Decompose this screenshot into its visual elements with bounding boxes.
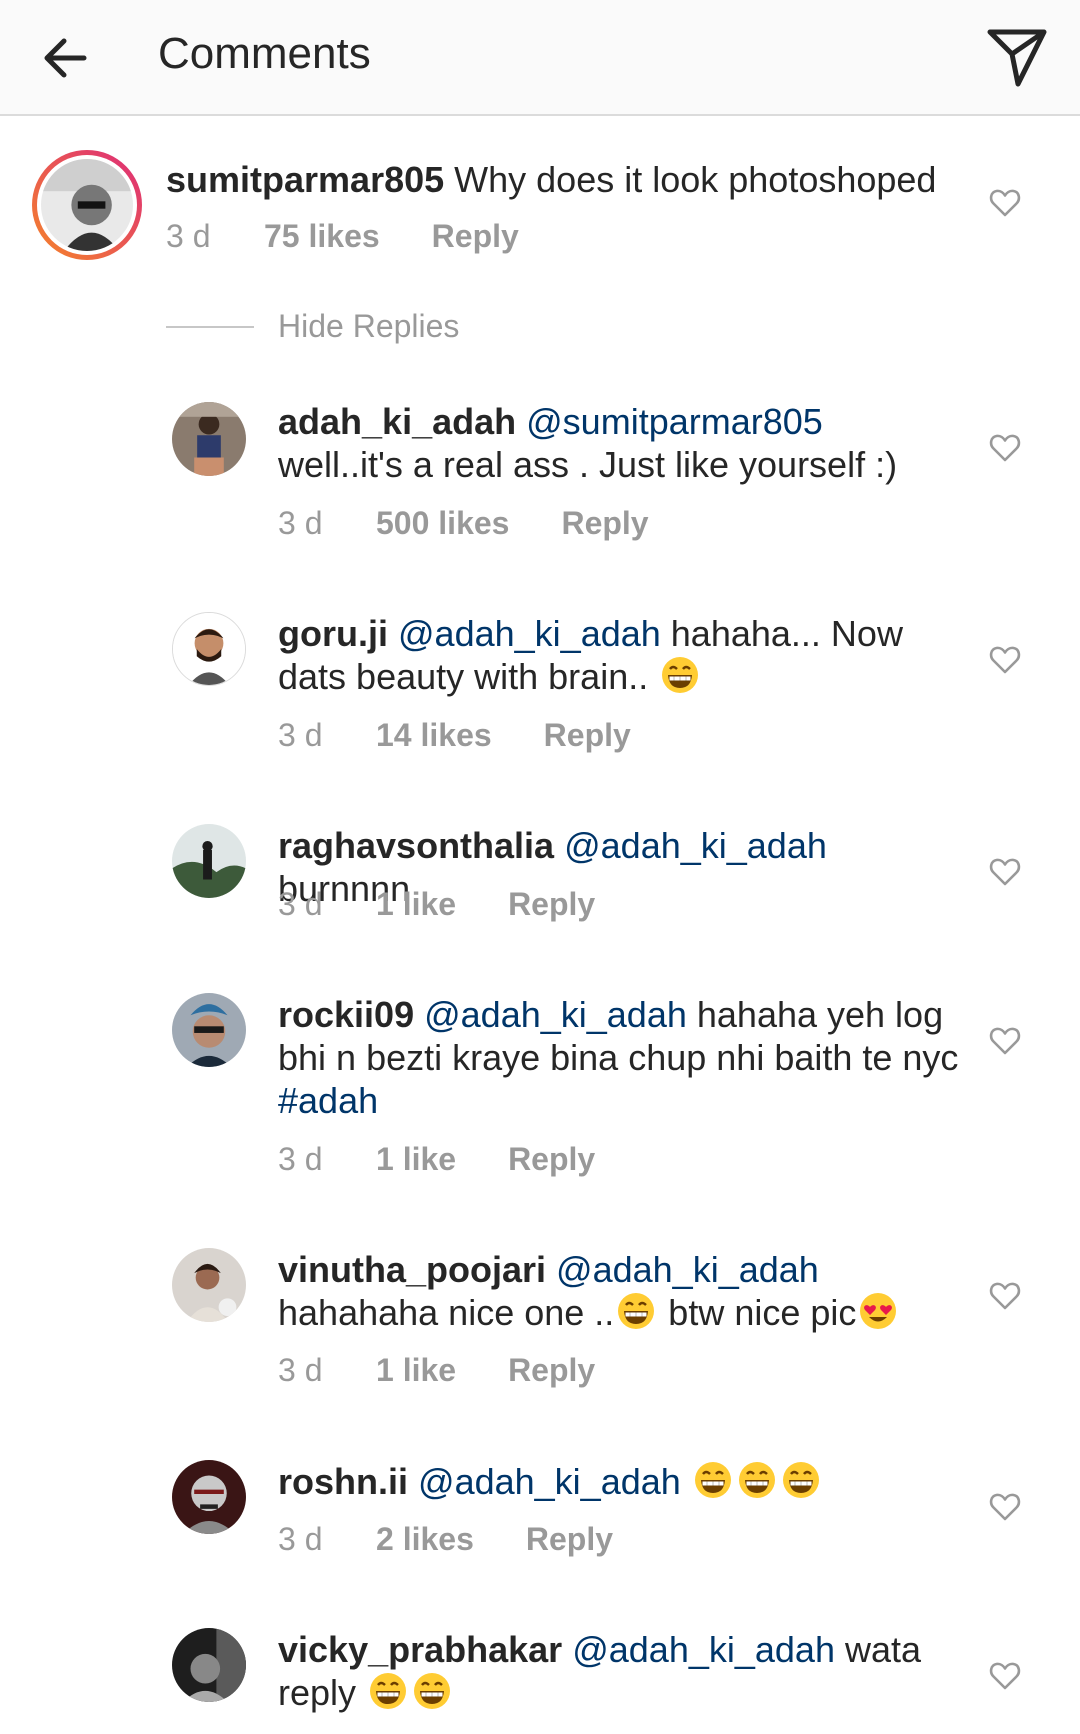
- like-button[interactable]: [987, 853, 1023, 889]
- reply-username[interactable]: adah_ki_adah: [278, 401, 516, 442]
- like-button[interactable]: [987, 1657, 1023, 1693]
- grinning-squinting-face-icon: [658, 655, 702, 695]
- avatar[interactable]: [172, 824, 246, 898]
- comment-likes[interactable]: 75 likes: [264, 216, 380, 256]
- reply-meta: 3 d 14 likes Reply: [278, 715, 631, 755]
- reply-time: 3 d: [278, 717, 323, 753]
- heart-icon: [987, 1277, 1023, 1313]
- top-bar: Comments: [0, 0, 1080, 116]
- mention-link[interactable]: @adah_ki_adah: [424, 994, 687, 1035]
- heart-icon: [987, 184, 1023, 220]
- avatar[interactable]: [172, 1628, 246, 1702]
- reply-time: 3 d: [278, 1352, 323, 1388]
- like-button[interactable]: [987, 184, 1023, 220]
- reply-body: [681, 1461, 691, 1502]
- page-title: Comments: [158, 29, 371, 78]
- reply-meta: 3 d 1 like Reply: [278, 884, 595, 924]
- mention-link[interactable]: @adah_ki_adah: [556, 1249, 819, 1290]
- reply-username[interactable]: vicky_prabhakar: [278, 1629, 562, 1670]
- heart-icon: [987, 1022, 1023, 1058]
- paper-plane-icon: [982, 29, 1052, 96]
- heart-icon: [987, 1488, 1023, 1524]
- like-button[interactable]: [987, 641, 1023, 677]
- comment-meta: 3 d 75 likes Reply: [166, 216, 519, 256]
- reply-meta: 3 d 500 likes Reply: [278, 503, 649, 543]
- avatar[interactable]: [172, 402, 246, 476]
- reply-button[interactable]: Reply: [432, 216, 519, 256]
- mention-link[interactable]: @sumitparmar805: [526, 401, 823, 442]
- hashtag-link[interactable]: #adah: [278, 1080, 378, 1121]
- avatar[interactable]: [172, 1248, 246, 1322]
- mention-link[interactable]: @adah_ki_adah: [418, 1461, 681, 1502]
- reply-likes[interactable]: 500 likes: [376, 503, 509, 543]
- mention-link[interactable]: @adah_ki_adah: [398, 613, 661, 654]
- comment-body: Why does it look photoshoped: [444, 159, 937, 200]
- reply-time: 3 d: [278, 1521, 323, 1557]
- reply-meta: 3 d 1 like Reply: [278, 1139, 595, 1179]
- reply-time: 3 d: [278, 1141, 323, 1177]
- like-button[interactable]: [987, 1277, 1023, 1313]
- divider: [166, 326, 254, 328]
- reply-meta: 3 d 2 likes Reply: [278, 1519, 613, 1559]
- heart-icon: [987, 1657, 1023, 1693]
- avatar[interactable]: [172, 612, 246, 686]
- comment-username[interactable]: sumitparmar805: [166, 159, 444, 200]
- hide-replies-label[interactable]: Hide Replies: [278, 306, 459, 346]
- reply-text: vicky_prabhakar @adah_ki_adah wata reply: [278, 1628, 968, 1714]
- grinning-squinting-face-icon: [779, 1460, 823, 1500]
- like-button[interactable]: [987, 1022, 1023, 1058]
- reply-body-cont: btw nice pic: [658, 1292, 857, 1333]
- grinning-squinting-face-icon: [691, 1460, 735, 1500]
- mention-link[interactable]: @adah_ki_adah: [564, 825, 827, 866]
- reply-username[interactable]: rockii09: [278, 994, 414, 1035]
- reply-likes[interactable]: 1 like: [376, 884, 456, 924]
- grinning-squinting-face-icon: [410, 1671, 454, 1711]
- comment-text: sumitparmar805 Why does it look photosho…: [166, 158, 956, 201]
- reply-button[interactable]: Reply: [508, 1350, 595, 1390]
- heart-eyes-face-icon: [856, 1291, 900, 1331]
- reply-likes[interactable]: 14 likes: [376, 715, 492, 755]
- share-button[interactable]: [982, 22, 1052, 92]
- like-button[interactable]: [987, 1488, 1023, 1524]
- reply-username[interactable]: vinutha_poojari: [278, 1249, 546, 1290]
- reply-button[interactable]: Reply: [508, 1139, 595, 1179]
- reply-time: 3 d: [278, 505, 323, 541]
- heart-icon: [987, 853, 1023, 889]
- reply-body: hahahaha nice one ..: [278, 1292, 615, 1333]
- reply-username[interactable]: goru.ji: [278, 613, 388, 654]
- reply-username[interactable]: roshn.ii: [278, 1461, 408, 1502]
- grinning-squinting-face-icon: [614, 1291, 658, 1331]
- reply-likes[interactable]: 2 likes: [376, 1519, 474, 1559]
- reply-button[interactable]: Reply: [544, 715, 631, 755]
- back-button[interactable]: [34, 26, 98, 90]
- avatar[interactable]: [172, 993, 246, 1067]
- reply-text: adah_ki_adah @sumitparmar805 well..it's a…: [278, 400, 968, 486]
- grinning-squinting-face-icon: [735, 1460, 779, 1500]
- comment-time: 3 d: [166, 218, 211, 254]
- reply-text: vinutha_poojari @adah_ki_adah hahahaha ni…: [278, 1248, 968, 1334]
- like-button[interactable]: [987, 429, 1023, 465]
- avatar[interactable]: [172, 1460, 246, 1534]
- reply-time: 3 d: [278, 886, 323, 922]
- reply-button[interactable]: Reply: [526, 1519, 613, 1559]
- reply-button[interactable]: Reply: [561, 503, 648, 543]
- reply-body: well..it's a real ass . Just like yourse…: [278, 444, 898, 485]
- reply-text: goru.ji @adah_ki_adah hahaha... Now dats…: [278, 612, 968, 698]
- reply-likes[interactable]: 1 like: [376, 1350, 456, 1390]
- reply-meta: 3 d 1 like Reply: [278, 1350, 595, 1390]
- reply-likes[interactable]: 1 like: [376, 1139, 456, 1179]
- avatar[interactable]: [32, 150, 142, 260]
- reply-text: roshn.ii @adah_ki_adah: [278, 1460, 968, 1503]
- reply-button[interactable]: Reply: [508, 884, 595, 924]
- reply-username[interactable]: raghavsonthalia: [278, 825, 554, 866]
- heart-icon: [987, 429, 1023, 465]
- heart-icon: [987, 641, 1023, 677]
- arrow-left-icon: [34, 38, 98, 94]
- reply-text: rockii09 @adah_ki_adah hahaha yeh log bh…: [278, 993, 968, 1122]
- mention-link[interactable]: @adah_ki_adah: [572, 1629, 835, 1670]
- grinning-squinting-face-icon: [366, 1671, 410, 1711]
